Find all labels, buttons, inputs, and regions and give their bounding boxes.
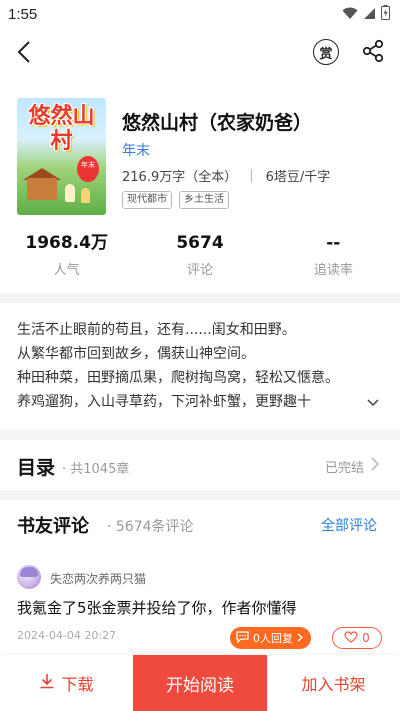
status-time: 1:55 (8, 5, 38, 23)
book-intro[interactable]: 生活不止眼前的苟且，还有......闺女和田野。 从繁华都市回到故乡，偶获山神空… (17, 318, 387, 414)
avatar[interactable] (17, 565, 41, 589)
reply-count: 0人回复 (253, 632, 293, 645)
intro-line: 从繁华都市回到故乡，偶获山神空间。 (17, 346, 255, 362)
cover-figure (65, 184, 75, 202)
cover-figure-child (81, 188, 90, 203)
start-reading-button[interactable]: 开始阅读 (133, 655, 267, 711)
chevron-right-icon (297, 632, 303, 645)
all-comments-link[interactable]: 全部评论 (321, 515, 377, 535)
comment-item[interactable]: 失恋两次养两只猫 我氪金了5张金票并投给了你，作者你懂得 2024-04-04 … (0, 560, 400, 655)
stat-value: -- (326, 233, 341, 253)
status-icons (342, 4, 390, 24)
reward-button[interactable]: 赏 (313, 39, 339, 65)
comments-header: 书友评论 · 5674条评论 全部评论 (0, 500, 400, 548)
like-count: 0 (362, 631, 370, 645)
stat-follow-rate: -- 追读率 (267, 232, 400, 282)
download-icon (39, 673, 55, 693)
stat-value: 5674 (176, 233, 224, 253)
book-header: 悠然山村 年末 悠然山村（农家奶爸） 年末 216.9万字（全本） | 6塔豆/… (0, 95, 400, 220)
price-per-thousand: 6塔豆/千字 (265, 170, 331, 185)
section-divider (0, 430, 400, 440)
reply-button[interactable]: 0人回复 (230, 627, 311, 649)
book-author-link[interactable]: 年末 (122, 140, 150, 160)
stat-comments[interactable]: 5674 评论 (133, 232, 266, 282)
cover-title: 悠然山村 (28, 104, 95, 154)
download-button[interactable]: 下载 (0, 655, 133, 711)
stat-label: 追读率 (313, 263, 353, 278)
meta-divider: | (249, 168, 254, 183)
comment-text: 我氪金了5张金票并投给了你，作者你懂得 (17, 599, 297, 617)
word-count: 216.9万字（全本） (122, 170, 238, 185)
signal-icon (363, 5, 376, 24)
comment-date: 2024-04-04 20:27 (17, 629, 117, 642)
share-icon[interactable] (358, 36, 388, 66)
comment-bubble-icon (236, 630, 249, 646)
book-meta: 216.9万字（全本） | 6塔豆/千字 (122, 166, 330, 185)
toc-row[interactable]: 目录 · 共1045章 已完结 (0, 440, 400, 490)
comments-title: 书友评论 (17, 516, 89, 537)
avatar-hair (20, 567, 38, 577)
battery-charging-icon (381, 4, 390, 24)
heart-icon (344, 630, 358, 646)
wifi-icon (342, 5, 358, 24)
tag-genre[interactable]: 现代都市 (122, 191, 172, 209)
intro-line: 生活不止眼前的苟且，还有......闺女和田野。 (17, 322, 296, 338)
toc-status: 已完结 (325, 461, 365, 476)
toc-chapter-count: · 共1045章 (62, 462, 130, 477)
tag-subgenre[interactable]: 乡土生活 (179, 191, 229, 209)
comments-count: · 5674条评论 (107, 519, 194, 535)
intro-line: 养鸡遛狗，入山寻草药，下河补虾蟹，更野趣十 (17, 394, 311, 410)
status-bar: 1:55 (0, 0, 400, 28)
cover-badge: 年末 (77, 156, 99, 182)
section-divider (0, 490, 400, 500)
stat-label: 人气 (53, 263, 80, 278)
add-to-shelf-button[interactable]: 加入书架 (267, 655, 400, 711)
toc-title: 目录 (17, 457, 56, 479)
stat-label: 评论 (186, 263, 213, 278)
back-arrow-icon[interactable] (8, 36, 40, 68)
nav-bar: 赏 (0, 28, 400, 76)
stat-popularity: 1968.4万 人气 (0, 232, 133, 282)
book-title: 悠然山村（农家奶爸） (122, 112, 313, 134)
section-divider (0, 293, 400, 303)
intro-line: 种田种菜，田野摘瓜果，爬树掏鸟窝，轻松又惬意。 (17, 370, 339, 386)
download-label: 下载 (61, 675, 94, 694)
chevron-down-icon[interactable] (364, 394, 382, 412)
like-button[interactable]: 0 (332, 627, 382, 649)
bottom-action-bar: 下载 开始阅读 加入书架 (0, 655, 400, 711)
stat-value: 1968.4万 (25, 233, 108, 253)
book-stats: 1968.4万 人气 5674 评论 -- 追读率 (0, 232, 400, 282)
cover-house-shape (27, 178, 57, 200)
commenter-name[interactable]: 失恋两次养两只猫 (50, 570, 146, 587)
book-tags: 现代都市 乡土生活 (122, 191, 229, 209)
book-cover[interactable]: 悠然山村 年末 (17, 98, 106, 215)
chevron-right-icon (370, 456, 384, 474)
